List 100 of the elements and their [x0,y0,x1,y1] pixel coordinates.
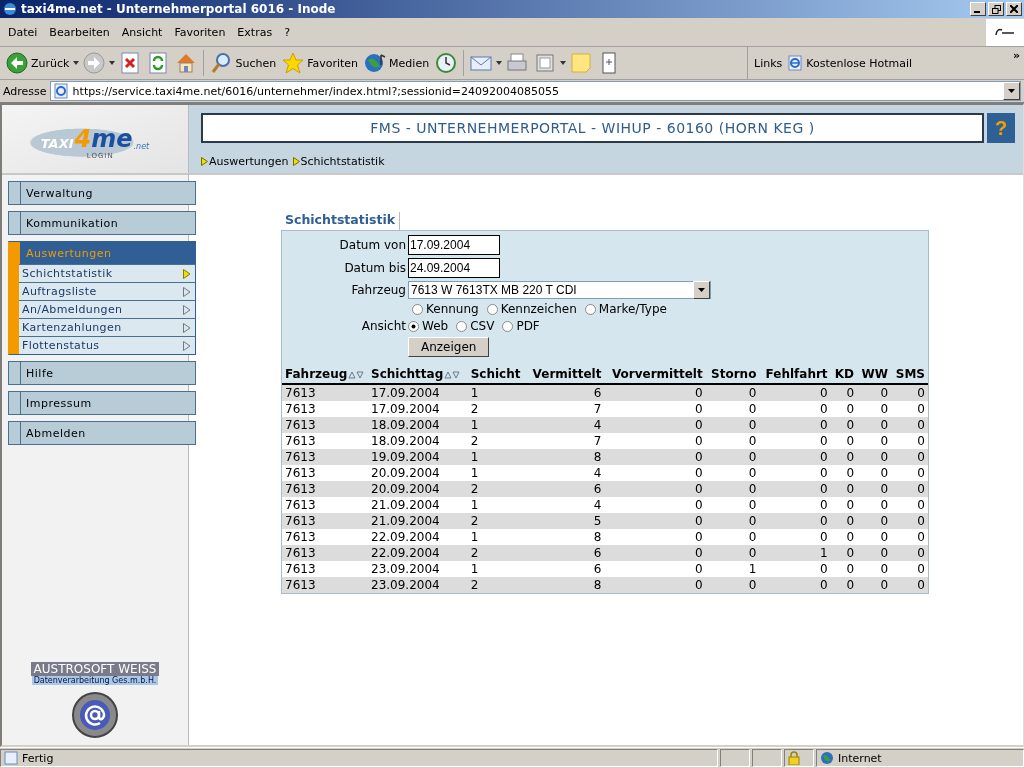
sidebar-item[interactable]: Abmelden [9,422,195,444]
logo-text: 4me [74,127,133,151]
radio-button[interactable] [412,303,423,315]
more-links-button[interactable]: » [1012,49,1020,62]
table-cell: 0 [830,465,858,481]
radio-button[interactable] [584,303,596,315]
address-label: Adresse [3,84,47,98]
table-cell: 6 [526,561,605,577]
caret-icon[interactable] [72,60,81,66]
menu-item[interactable]: Favoriten [168,23,232,41]
breadcrumb-link[interactable]: Schichtstatistik [300,155,385,168]
menu-item[interactable]: Extras [231,23,279,41]
caret-icon [1008,89,1015,93]
sidebar-item[interactable]: Impressum [9,392,195,414]
table-cell: 0 [857,577,892,593]
table-cell: 0 [759,401,831,417]
table-cell: 0 [857,529,892,545]
table-cell: 8 [526,449,605,465]
table-cell: 1 [467,465,527,481]
favorites-button[interactable]: Favoriten [279,50,362,76]
table-cell: 17.09.2004 [368,401,468,417]
menu-item[interactable]: ? [278,23,296,41]
table-cell: 0 [705,417,760,433]
date-field[interactable]: 17.09.2004 [408,235,500,255]
table-cell: 0 [830,417,858,433]
sidebar-item[interactable]: Kommunikation [9,212,195,234]
caret-icon[interactable] [559,60,568,66]
table-cell: 4 [526,497,605,513]
vehicle-dropdown[interactable]: 7613 W 7613TX MB 220 T CDI [408,281,711,299]
table-cell: 0 [759,561,831,577]
radio-button[interactable] [486,303,498,315]
table-cell: 0 [830,513,858,529]
table-cell: 7613 [282,545,368,561]
table-cell: 7613 [282,577,368,593]
radio-button[interactable] [456,320,468,332]
table-cell: 0 [759,529,831,545]
table-cell: 20.09.2004 [368,481,468,497]
sidebar-item[interactable]: Verwaltung [9,182,195,204]
table-cell: 22.09.2004 [368,529,468,545]
table-cell: 0 [891,513,928,529]
table-cell: 0 [830,497,858,513]
at-sign-icon [72,691,118,739]
submenu-label: An/Abmeldungen [22,303,123,316]
caret-icon[interactable] [108,60,117,66]
sponsor-name: AUSTROSOFT WEISS [30,662,160,676]
table-cell: 21.09.2004 [368,497,468,513]
table-cell: 0 [891,465,928,481]
caret-icon[interactable] [495,60,504,66]
table-cell: 0 [857,417,892,433]
submenu-item[interactable]: Flottenstatus [19,336,195,354]
menu-item[interactable]: Bearbeiten [43,23,116,41]
minimize-button[interactable] [970,2,986,16]
triangle-icon [201,157,208,166]
table-cell: 7613 [282,417,368,433]
submenu-item[interactable]: Schichtstatistik [19,264,195,282]
column-header[interactable]: Schichttag [368,365,468,384]
date-field[interactable]: 24.09.2004 [408,258,500,278]
table-cell: 0 [830,529,858,545]
search-button[interactable]: Suchen [207,50,280,76]
table-cell: 1 [759,545,831,561]
table-cell: 0 [604,545,706,561]
table-cell: 0 [830,577,858,593]
submenu-item[interactable]: Auftragsliste [19,282,195,300]
submenu-item[interactable]: Kartenzahlungen [19,318,195,336]
table-cell: 2 [467,577,527,593]
dropdown-button[interactable] [1003,82,1020,100]
column-header[interactable]: Fahrzeug [282,365,368,384]
sidebar-item[interactable]: Hilfe [9,362,195,384]
submenu-item[interactable]: An/Abmeldungen [19,300,195,318]
table-cell: 22.09.2004 [368,545,468,561]
show-button[interactable]: Anzeigen [408,337,490,357]
menu-item[interactable]: Datei [2,23,44,41]
close-button[interactable] [1006,2,1022,16]
radio-button[interactable] [408,320,419,332]
table-cell: 0 [891,433,928,449]
menu-item[interactable]: Ansicht [115,23,169,41]
address-field[interactable]: https://service.taxi4me.net/6016/unternehmer/index.html?;sessionid=24092004085055 [49,81,1021,101]
table-cell: 21.09.2004 [368,513,468,529]
table-cell: 7613 [282,465,368,481]
link-button[interactable]: Kostenlose Hotmail [787,55,913,71]
table-cell: 7613 [282,497,368,513]
table-cell: 7613 [282,433,368,449]
submenu-label: Flottenstatus [22,339,100,352]
table-cell: 19.09.2004 [368,449,468,465]
table-cell: 2 [467,481,527,497]
table-cell: 0 [857,497,892,513]
radio-button[interactable] [502,320,514,332]
restore-button[interactable] [988,2,1004,16]
media-button[interactable]: Medien [361,50,433,76]
table-cell: 0 [705,481,760,497]
table-cell: 0 [857,545,892,561]
breadcrumb-link[interactable]: Auswertungen [209,155,289,168]
radio-label: Marke/Type [598,302,667,316]
table-cell: 7613 [282,513,368,529]
table-cell: 2 [467,401,527,417]
table-cell: 0 [705,545,760,561]
back-button[interactable]: Zurück [3,50,73,76]
table-cell: 0 [857,465,892,481]
table-cell: 0 [857,449,892,465]
table-cell: 1 [467,529,527,545]
